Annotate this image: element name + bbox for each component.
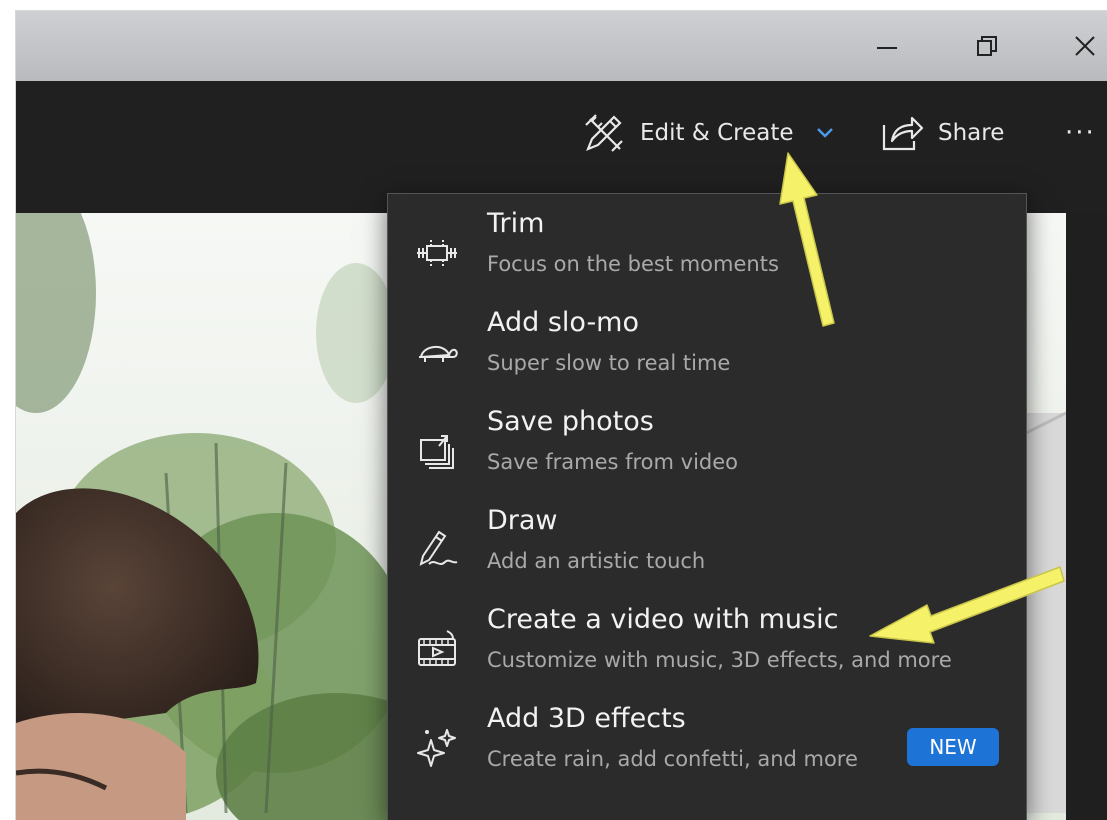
pen-icon [412, 527, 462, 573]
restore-button[interactable] [952, 11, 1022, 81]
menu-item-create-video-with-music[interactable]: Create a video with music Customize with… [388, 590, 1026, 689]
photos-app-window: Edit & Create Share ··· Trim Focus on th… [15, 10, 1107, 820]
share-button[interactable]: Share [880, 109, 1004, 157]
chevron-down-icon [816, 128, 833, 138]
close-icon [1075, 36, 1095, 56]
sparkles-icon [412, 725, 462, 771]
menu-item-title: Add 3D effects [487, 703, 686, 734]
menu-item-trim[interactable]: Trim Focus on the best moments [388, 194, 1026, 293]
menu-item-save-photos[interactable]: Save photos Save frames from video [388, 392, 1026, 491]
edit-create-label: Edit & Create [640, 120, 794, 146]
edit-create-dropdown-menu: Trim Focus on the best moments Add slo-m… [387, 193, 1027, 820]
menu-item-add-slo-mo[interactable]: Add slo-mo Super slow to real time [388, 293, 1026, 392]
share-label: Share [938, 120, 1005, 146]
trim-icon [412, 230, 462, 276]
menu-item-subtitle: Save frames from video [487, 450, 739, 474]
new-badge: NEW [907, 728, 999, 766]
menu-item-title: Add slo-mo [487, 307, 640, 338]
menu-item-title: Draw [487, 505, 558, 536]
menu-item-title: Trim [487, 208, 545, 239]
menu-item-title: Save photos [487, 406, 654, 437]
title-bar [16, 11, 1107, 81]
menu-item-subtitle: Add an artistic touch [487, 549, 706, 573]
edit-create-button[interactable]: Edit & Create [582, 109, 834, 157]
restore-icon [977, 36, 997, 56]
minimize-icon [877, 47, 897, 49]
menu-item-add-3d-effects[interactable]: Add 3D effects Create rain, add confetti… [388, 689, 1026, 788]
close-button[interactable] [1050, 11, 1107, 81]
menu-item-title: Create a video with music [487, 604, 839, 635]
share-icon [882, 116, 924, 151]
menu-item-subtitle: Customize with music, 3D effects, and mo… [487, 648, 952, 672]
menu-item-subtitle: Super slow to real time [487, 351, 731, 375]
edit-create-icon [585, 114, 623, 152]
save-photos-icon [412, 428, 462, 474]
more-icon: ··· [1065, 118, 1096, 148]
minimize-button[interactable] [852, 11, 922, 81]
video-film-icon [412, 626, 462, 672]
menu-item-subtitle: Create rain, add confetti, and more [487, 747, 858, 771]
menu-item-subtitle: Focus on the best moments [487, 252, 779, 276]
menu-item-draw[interactable]: Draw Add an artistic touch [388, 491, 1026, 590]
turtle-icon [412, 329, 462, 375]
more-options-button[interactable]: ··· [1065, 109, 1096, 157]
